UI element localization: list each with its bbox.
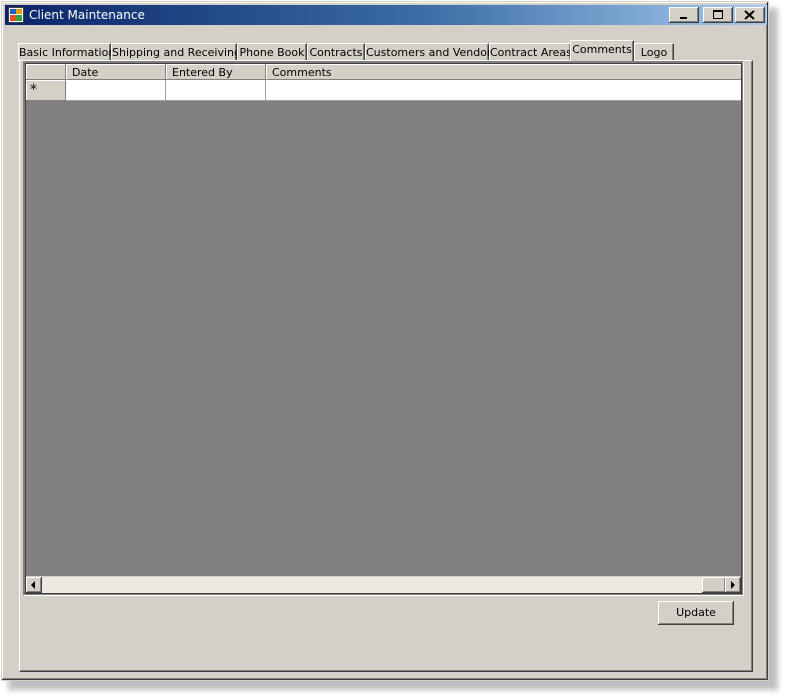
grid-body: Date Entered By Comments * (25, 63, 742, 594)
scroll-left-button[interactable] (26, 577, 42, 593)
new-row-asterisk: * (30, 82, 37, 98)
tab-shipping-and-receiving[interactable]: Shipping and Receiving (111, 43, 241, 61)
tab-comments[interactable]: Comments (570, 40, 634, 62)
tab-customers-and-vendors[interactable]: Customers and Vendors (365, 43, 497, 61)
new-row-marker[interactable]: * (26, 80, 66, 101)
column-header-comments[interactable]: Comments (266, 64, 741, 80)
cell-entered-by[interactable] (166, 80, 266, 101)
update-button[interactable]: Update (658, 601, 734, 625)
column-header-entered-by[interactable]: Entered By (166, 64, 266, 80)
tab-phone-book[interactable]: Phone Book (237, 43, 307, 61)
scroll-right-button[interactable] (725, 577, 741, 593)
column-header-label: Comments (272, 66, 332, 79)
minimize-icon (680, 17, 687, 19)
minimize-button[interactable] (669, 7, 699, 23)
column-header-date[interactable]: Date (66, 64, 166, 80)
maximize-icon (713, 10, 723, 19)
comments-grid[interactable]: Date Entered By Comments * (23, 61, 744, 596)
arrow-right-icon (731, 581, 735, 589)
column-header-label: Entered By (172, 66, 233, 79)
column-header-label: Date (72, 66, 99, 79)
tab-label: Customers and Vendors (366, 46, 498, 59)
tab-label: Shipping and Receiving (112, 46, 241, 59)
row-header-corner[interactable] (26, 64, 66, 80)
cell-comments[interactable] (266, 80, 741, 101)
close-icon (744, 10, 755, 20)
maximize-button[interactable] (703, 7, 733, 23)
tab-basic-information[interactable]: Basic Information (18, 43, 115, 61)
tab-label: Basic Information (19, 46, 116, 59)
tab-label: Contract Areas (490, 46, 572, 59)
tab-label: Comments (572, 43, 632, 56)
cell-date[interactable] (66, 80, 166, 101)
arrow-left-icon (31, 581, 35, 589)
tab-logo[interactable]: Logo (634, 43, 674, 61)
scroll-thumb[interactable] (702, 577, 726, 593)
app-window-icon[interactable] (8, 7, 24, 23)
tab-contracts[interactable]: Contracts (307, 43, 365, 61)
close-button[interactable] (735, 7, 765, 23)
title-bar[interactable]: Client Maintenance (5, 5, 767, 25)
window-title: Client Maintenance (29, 8, 145, 22)
tab-label: Logo (640, 46, 668, 59)
tab-label: Contracts (309, 46, 363, 59)
horizontal-scrollbar[interactable] (26, 576, 741, 593)
tab-contract-areas[interactable]: Contract Areas (489, 43, 572, 61)
tab-label: Phone Book (239, 46, 305, 59)
